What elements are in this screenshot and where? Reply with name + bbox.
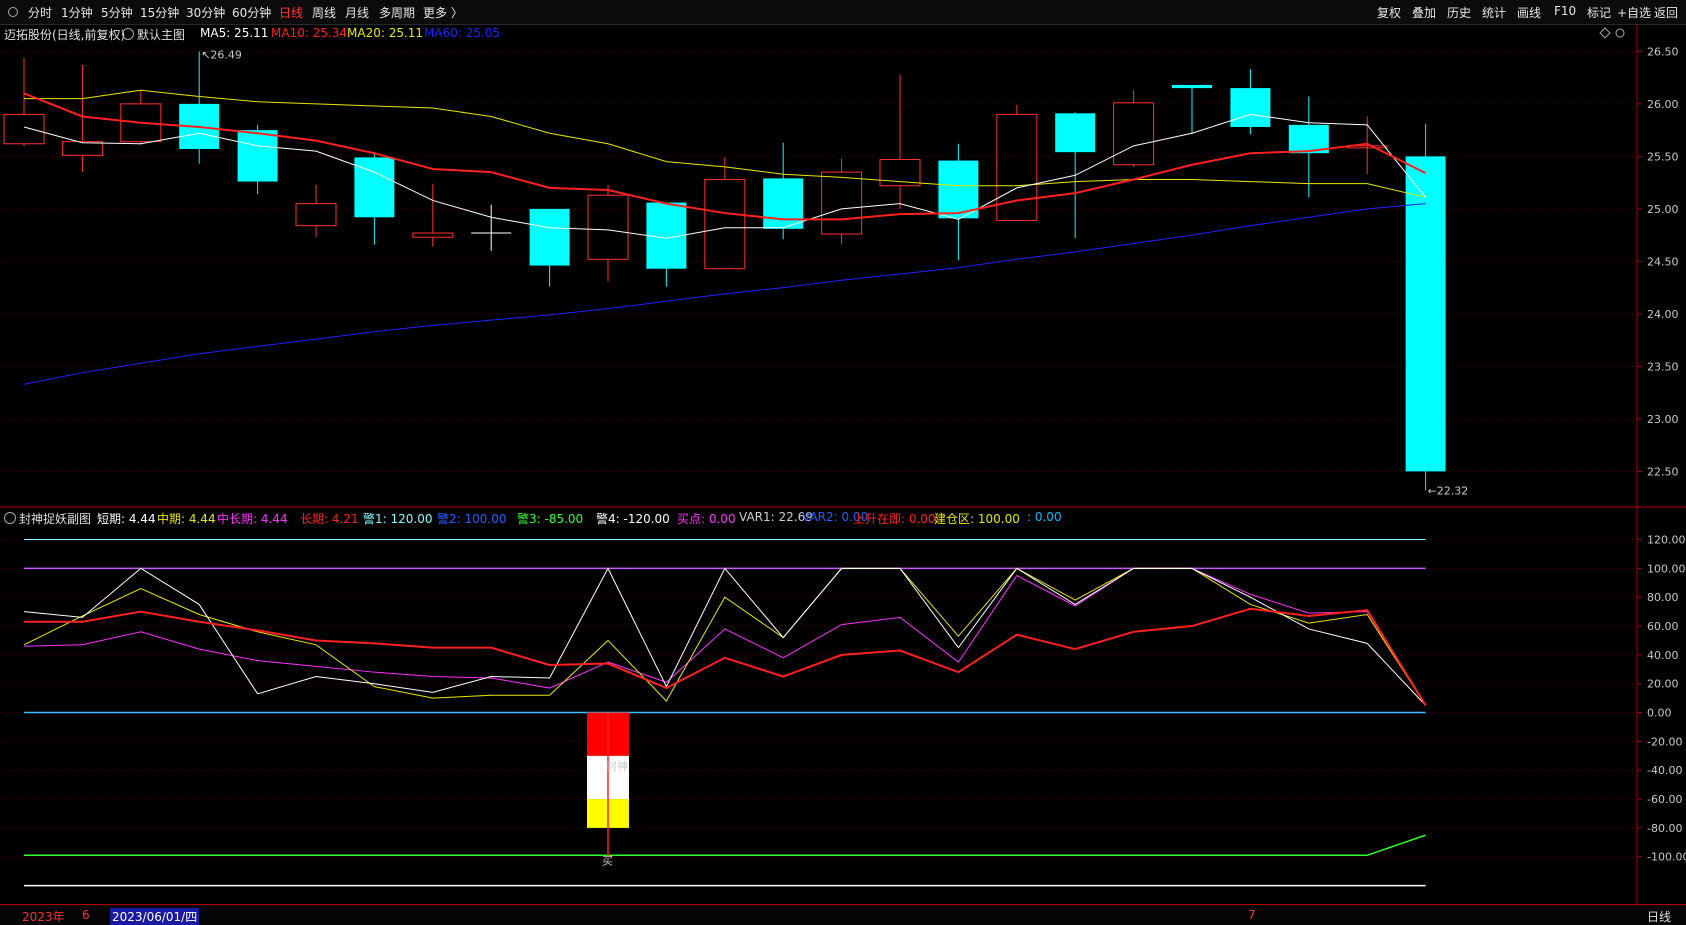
- buy-marker: 买: [602, 855, 613, 868]
- main-y-tick-label: 23.50: [1647, 360, 1679, 373]
- candle-body-down: [1172, 84, 1212, 89]
- month6-label: 6: [82, 908, 90, 922]
- main-y-tick-label: 22.50: [1647, 465, 1679, 478]
- main-y-tick-label: 23.00: [1647, 413, 1679, 426]
- sub-y-tick-label: 40.00: [1647, 649, 1679, 662]
- month7-label: 7: [1248, 908, 1256, 922]
- sub-y-tick-label: -40.00: [1647, 764, 1682, 777]
- sub-y-tick-label: -60.00: [1647, 793, 1682, 806]
- warn3-line: [24, 834, 1426, 857]
- sub-y-tick-label: -100.00: [1647, 851, 1686, 864]
- candle-body-up: [412, 232, 454, 238]
- sub-y-tick-label: 0.00: [1647, 707, 1672, 720]
- year-label: 2023年: [22, 910, 65, 924]
- sub-y-tick-label: 60.00: [1647, 620, 1679, 633]
- candle-body-down: [1055, 113, 1096, 153]
- main-y-tick-label: 24.50: [1647, 255, 1679, 268]
- ma60-line: [23, 203, 1426, 385]
- main-y-tick-label: 26.00: [1647, 98, 1679, 111]
- candle-body-up: [821, 171, 863, 235]
- settings-circle-icon: [1615, 28, 1625, 38]
- cursor-date-label: 2023/06/01/四: [110, 908, 200, 925]
- candle-body-up: [295, 203, 337, 227]
- candle-body-up: [587, 194, 629, 260]
- midlong-line: [23, 567, 1427, 706]
- signal-text: 封神: [606, 759, 628, 773]
- main-y-tick-label: 24.00: [1647, 308, 1679, 321]
- period-label[interactable]: 日线: [1647, 908, 1671, 925]
- sub-y-tick-label: 80.00: [1647, 591, 1679, 604]
- sub-y-tick-label: 100.00: [1647, 562, 1686, 575]
- candle-body-down: [1230, 88, 1271, 127]
- main-y-tick-label: 25.00: [1647, 203, 1679, 216]
- long-line: [24, 607, 1427, 706]
- high-price-label: ↖26.49: [201, 48, 242, 61]
- low-price-label: ←22.32: [1428, 484, 1469, 497]
- candle-body-up: [1113, 102, 1155, 166]
- sub-y-tick-label: -20.00: [1647, 735, 1682, 748]
- kline-chart[interactable]: 26.50 26.00 25.50 25.00 24.50 24.00 23.50 23.00…: [0, 0, 1686, 904]
- candle-body-up: [61, 141, 103, 156]
- main-y-tick-label: 25.50: [1647, 150, 1679, 163]
- candle-body-down: [529, 208, 570, 266]
- candle-body-up: [704, 178, 746, 270]
- candle-body-down: [763, 178, 804, 229]
- main-y-tick-label: 26.50: [1647, 45, 1679, 58]
- diamond-icon: [1599, 27, 1611, 39]
- ma20-line: [24, 89, 1426, 198]
- sub-y-tick-label: -80.00: [1647, 822, 1682, 835]
- candle-body-up: [3, 113, 45, 145]
- short-line: [23, 567, 1426, 706]
- sub-y-tick-label: 20.00: [1647, 678, 1679, 691]
- candle-body-down: [354, 157, 395, 218]
- candle-body-down: [237, 130, 278, 182]
- mid-line: [23, 567, 1427, 706]
- date-axis-bar: 2023年 6 2023/06/01/四 7 日线: [0, 904, 1686, 925]
- sub-y-tick-label: 120.00: [1647, 534, 1686, 547]
